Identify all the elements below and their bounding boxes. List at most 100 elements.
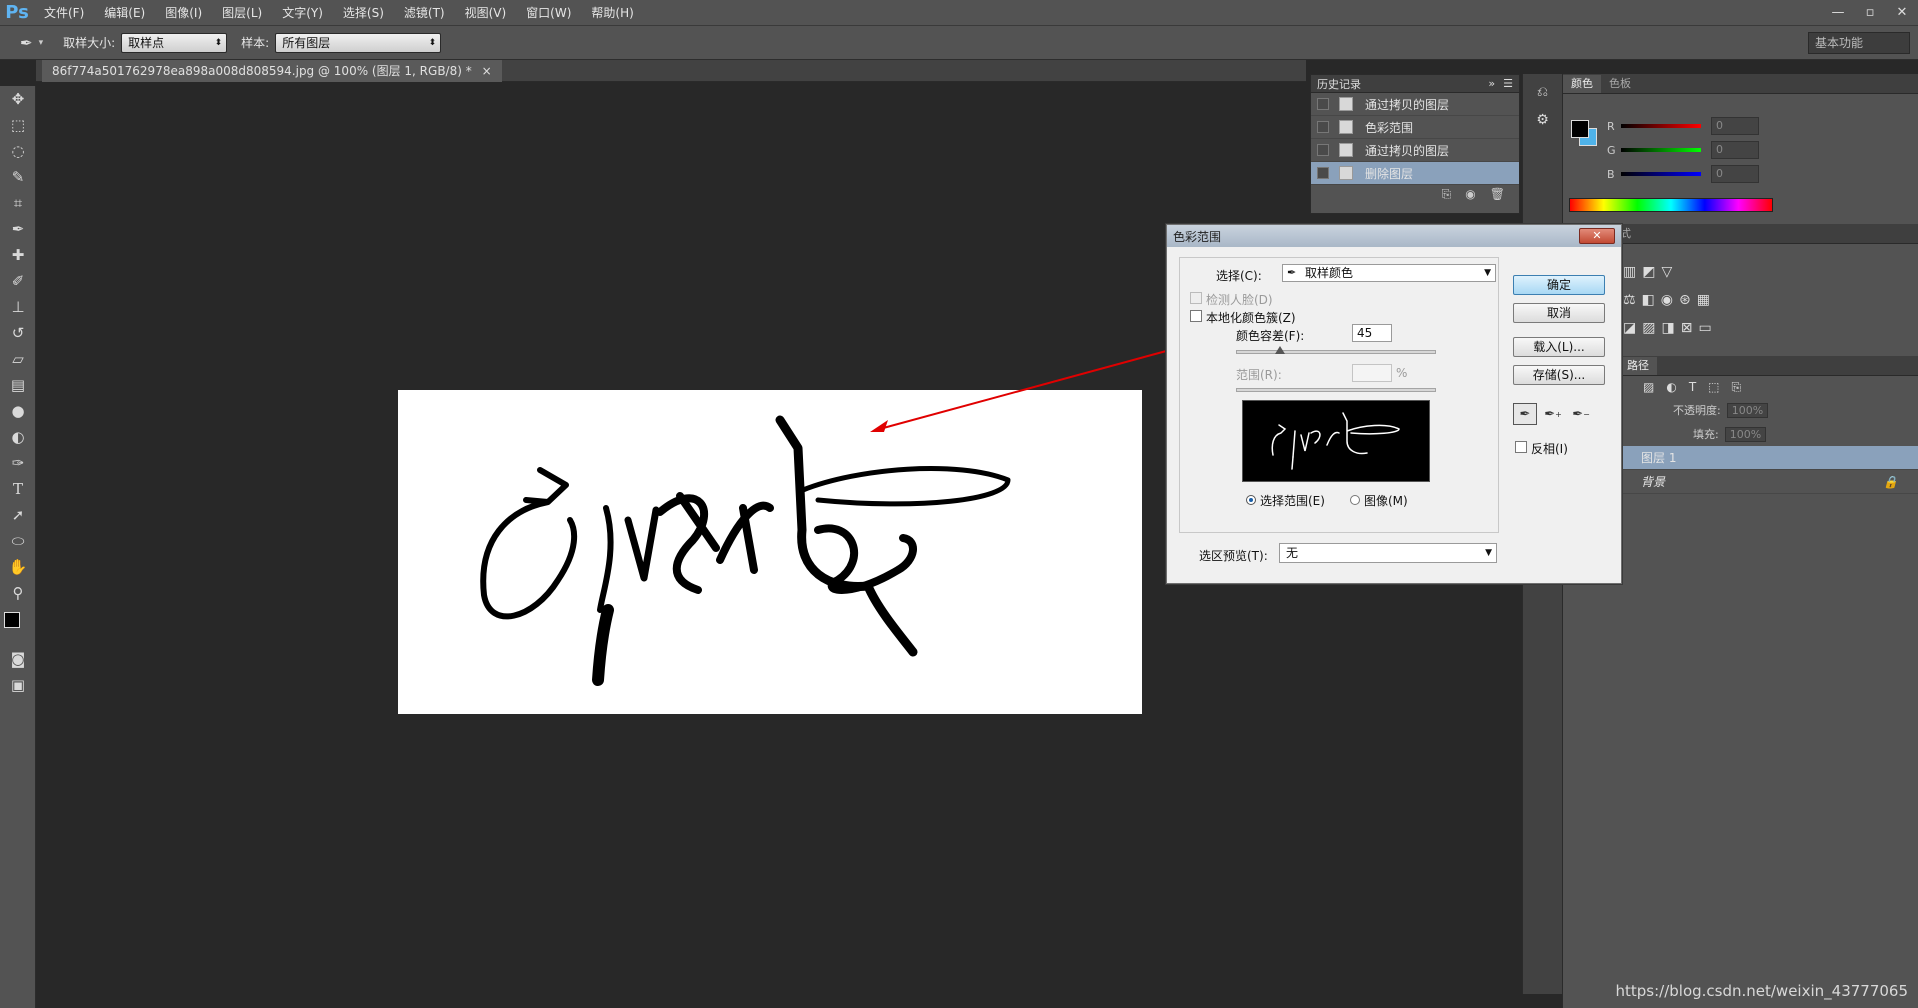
snapshot-camera-icon[interactable]: ◉: [1465, 187, 1475, 201]
restore-button[interactable]: ▫: [1854, 5, 1886, 20]
channel-slider[interactable]: [1621, 148, 1701, 152]
select-dropdown[interactable]: ✒ 取样颜色 ▼: [1282, 264, 1496, 282]
fuzziness-slider-thumb[interactable]: [1275, 346, 1285, 354]
pen-tool-icon[interactable]: ✑: [0, 450, 36, 476]
crop-tool-icon[interactable]: ⌗: [0, 190, 36, 216]
threshold-icon[interactable]: ◨: [1661, 320, 1680, 336]
tool-preset-chevron-icon[interactable]: ▾: [39, 38, 44, 48]
menu-filter[interactable]: 滤镜(T): [394, 0, 455, 26]
localized-clusters-checkbox[interactable]: [1190, 310, 1202, 322]
color-swatches[interactable]: [0, 606, 35, 646]
menu-edit[interactable]: 编辑(E): [94, 0, 155, 26]
sample-size-select[interactable]: 取样点 ⬍: [121, 32, 228, 53]
camera-icon[interactable]: ◉: [1661, 292, 1679, 308]
levels-icon[interactable]: ▥: [1623, 264, 1642, 280]
tab-paths[interactable]: 路径: [1619, 357, 1657, 375]
preview-select[interactable]: 无 ▼: [1279, 543, 1497, 563]
adjust-filter-icon[interactable]: ◐: [1666, 380, 1676, 394]
curves-icon[interactable]: ◩: [1642, 264, 1661, 280]
close-window-button[interactable]: ✕: [1886, 5, 1918, 20]
history-checkbox[interactable]: [1317, 167, 1329, 179]
cancel-button[interactable]: 取消: [1513, 303, 1605, 323]
healing-brush-tool-icon[interactable]: ✚: [0, 242, 36, 268]
eyedropper-tool-icon[interactable]: ✒: [20, 34, 33, 52]
menu-view[interactable]: 视图(V): [455, 0, 517, 26]
move-tool-icon[interactable]: ✥: [0, 86, 36, 112]
foreground-color-swatch[interactable]: [4, 612, 20, 628]
eyedropper-plus-icon[interactable]: ✒ +: [1541, 403, 1565, 425]
menu-window[interactable]: 窗口(W): [516, 0, 581, 26]
tab-swatches[interactable]: 色板: [1601, 75, 1639, 93]
color-spectrum-ramp[interactable]: [1569, 198, 1773, 212]
history-item-active[interactable]: 删除图层: [1311, 162, 1519, 185]
eyedropper-tool-icon[interactable]: ✒: [0, 216, 36, 242]
selective-color-icon[interactable]: ⊠: [1681, 320, 1699, 336]
bw-icon[interactable]: ◧: [1642, 292, 1661, 308]
channel-value[interactable]: 0: [1711, 141, 1759, 159]
lasso-tool-icon[interactable]: ◌: [0, 138, 36, 164]
menu-file[interactable]: 文件(F): [34, 0, 94, 26]
gradient-map-icon[interactable]: ▽: [1661, 264, 1678, 280]
channel-slider[interactable]: [1621, 172, 1701, 176]
sample-select[interactable]: 所有图层 ⬍: [275, 32, 442, 53]
stamp-tool-icon[interactable]: ⊥: [0, 294, 36, 320]
quick-select-tool-icon[interactable]: ✎: [0, 164, 36, 190]
brush-tool-icon[interactable]: ✐: [0, 268, 36, 294]
fuzziness-input[interactable]: 45: [1352, 324, 1392, 342]
panel-menu-icon[interactable]: ☰: [1503, 77, 1513, 90]
history-checkbox[interactable]: [1317, 98, 1329, 110]
actions-panel-icon[interactable]: ⚙: [1523, 112, 1562, 140]
zoom-tool-icon[interactable]: ⚲: [0, 580, 36, 606]
workspace-select[interactable]: 基本功能: [1808, 32, 1910, 54]
gradient-tool-icon[interactable]: ▤: [0, 372, 36, 398]
marquee-tool-icon[interactable]: ⬚: [0, 112, 36, 138]
radio-image[interactable]: [1350, 495, 1360, 505]
path-select-tool-icon[interactable]: ➚: [0, 502, 36, 528]
channel-slider[interactable]: [1621, 124, 1701, 128]
channel-value[interactable]: 0: [1711, 117, 1759, 135]
lookup-icon[interactable]: ▦: [1697, 292, 1716, 308]
menu-type[interactable]: 文字(Y): [272, 0, 333, 26]
radio-selection[interactable]: [1246, 495, 1256, 505]
dodge-tool-icon[interactable]: ◐: [0, 424, 36, 450]
history-item[interactable]: 色彩范围: [1311, 116, 1519, 139]
foreground-color-swatch[interactable]: [1571, 120, 1589, 138]
history-item[interactable]: 通过拷贝的图层: [1311, 139, 1519, 162]
type-tool-icon[interactable]: T: [0, 476, 36, 502]
eyedropper-icon[interactable]: ✒: [1513, 403, 1537, 425]
balance-icon[interactable]: ⚖: [1623, 292, 1642, 308]
map-icon[interactable]: ▭: [1698, 320, 1717, 336]
opacity-value[interactable]: 100%: [1726, 402, 1769, 418]
menu-select[interactable]: 选择(S): [333, 0, 394, 26]
minimize-button[interactable]: —: [1822, 5, 1854, 20]
screen-mode-icon[interactable]: ▣: [0, 672, 36, 698]
channel-value[interactable]: 0: [1711, 165, 1759, 183]
type-filter-icon[interactable]: T: [1689, 380, 1696, 394]
hand-tool-icon[interactable]: ✋: [0, 554, 36, 580]
eraser-tool-icon[interactable]: ▱: [0, 346, 36, 372]
posterize-icon[interactable]: ▨: [1642, 320, 1661, 336]
menu-layer[interactable]: 图层(L): [212, 0, 272, 26]
load-button[interactable]: 载入(L)...: [1513, 337, 1605, 357]
collapse-icon[interactable]: »: [1488, 77, 1495, 90]
quick-mask-icon[interactable]: ◙: [0, 646, 36, 672]
close-tab-icon[interactable]: ×: [482, 64, 492, 78]
image-filter-icon[interactable]: ▨: [1643, 380, 1654, 394]
history-checkbox[interactable]: [1317, 121, 1329, 133]
tab-color[interactable]: 颜色: [1563, 75, 1601, 93]
history-brush-tool-icon[interactable]: ↺: [0, 320, 36, 346]
canvas-image[interactable]: [398, 390, 1142, 714]
eyedropper-minus-icon[interactable]: ✒ −: [1569, 403, 1593, 425]
trash-icon[interactable]: 🗑: [1490, 187, 1505, 201]
document-tab[interactable]: 86f774a501762978ea898a008d808594.jpg @ 1…: [42, 60, 502, 82]
save-button[interactable]: 存储(S)...: [1513, 365, 1605, 385]
menu-help[interactable]: 帮助(H): [581, 0, 643, 26]
new-document-icon[interactable]: ⎘: [1442, 187, 1452, 202]
history-checkbox[interactable]: [1317, 144, 1329, 156]
invert-icon[interactable]: ◪: [1623, 320, 1642, 336]
mixer-icon[interactable]: ⊛: [1679, 292, 1697, 308]
fuzziness-slider-track[interactable]: [1236, 350, 1436, 354]
smart-filter-icon[interactable]: ⎘: [1732, 380, 1742, 395]
shape-filter-icon[interactable]: ⬚: [1708, 380, 1719, 394]
ok-button[interactable]: 确定: [1513, 275, 1605, 295]
